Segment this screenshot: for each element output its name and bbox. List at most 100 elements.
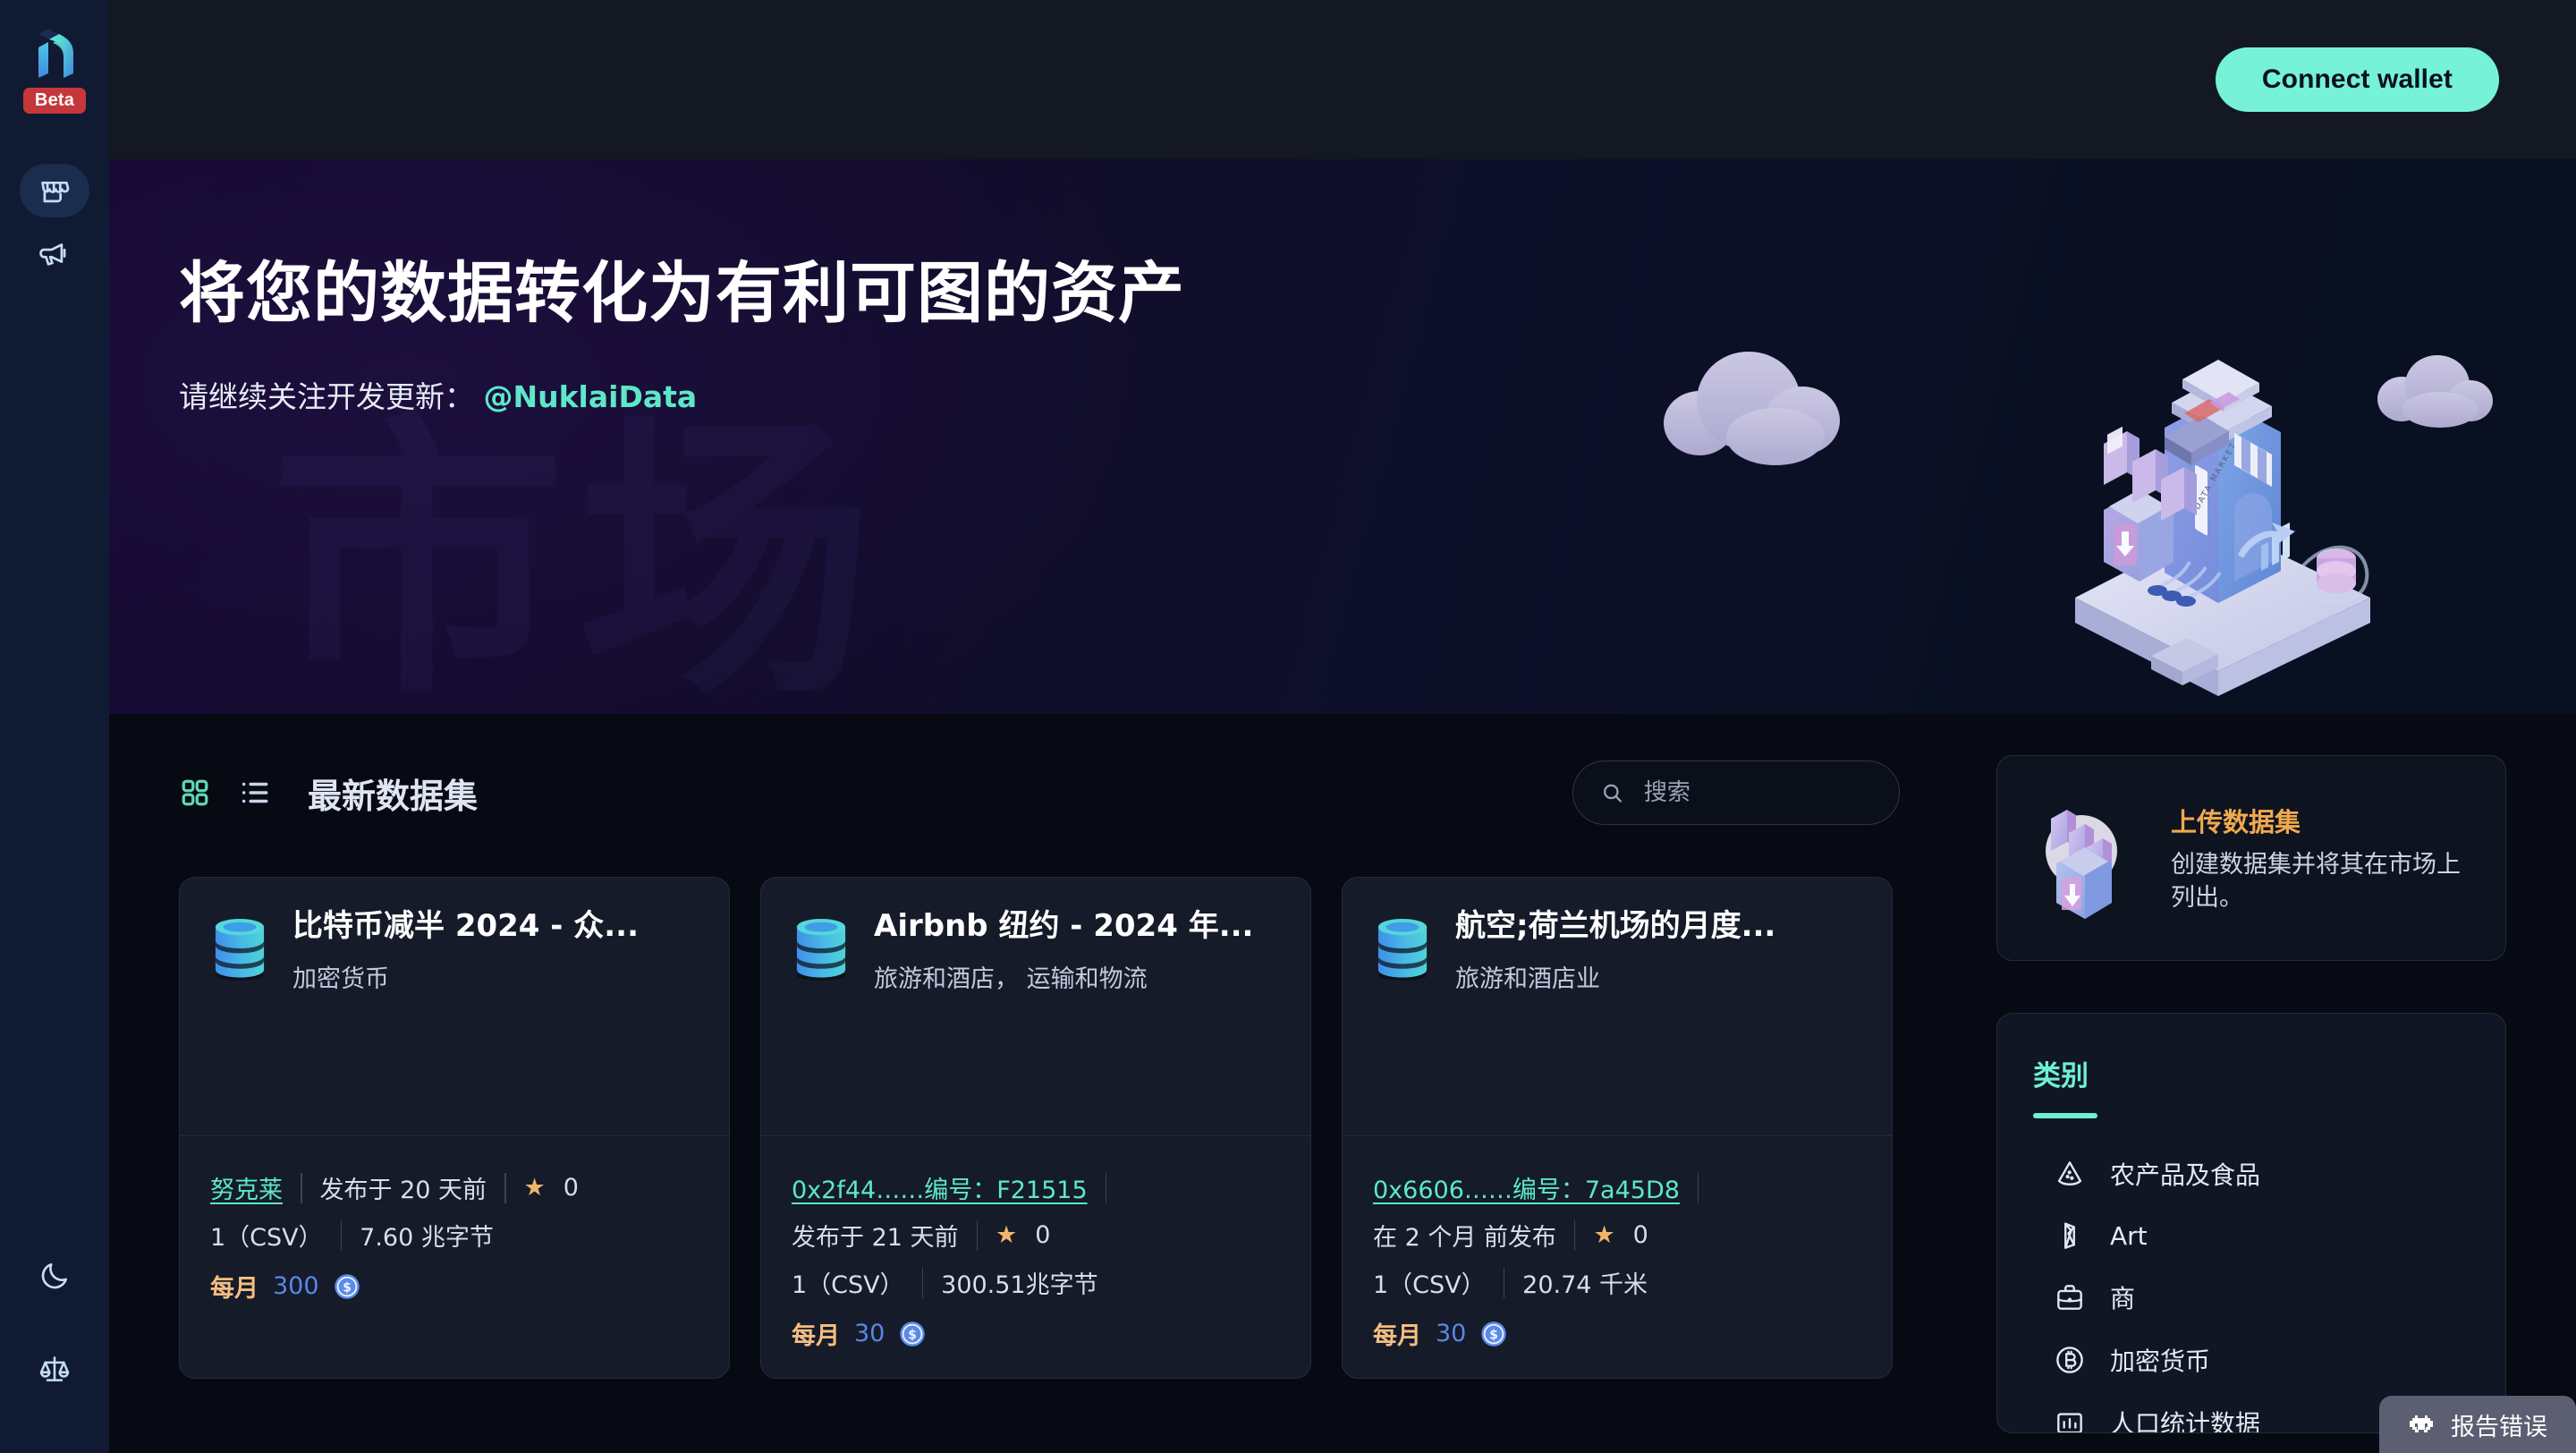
app-root: Beta Connect wallet 市场 DATA MARKET 将您的数据… [0, 0, 2576, 1453]
category-label: 农产品及食品 [2110, 1160, 2261, 1190]
category-item-art[interactable]: Art [2033, 1208, 2470, 1263]
view-toggle-group [179, 776, 272, 810]
grid-view-icon[interactable] [179, 777, 211, 809]
separator [340, 1219, 343, 1251]
upload-title: 上传数据集 [2171, 806, 2301, 837]
dataset-card-body: Airbnb 纽约 - 2024 年... 旅游和酒店， 运输和物流 [761, 878, 1310, 1135]
beta-badge: Beta [22, 88, 87, 114]
watermelon-icon [2057, 1161, 2082, 1185]
dataset-card[interactable]: 比特币减半 2024 - 众... 加密货币 努克莱 发布于 20 天前 ★ 0… [179, 877, 730, 1379]
separator [976, 1219, 979, 1251]
dataset-price-label: 每月 [210, 1275, 258, 1303]
dataset-address-link[interactable]: 0x6606……编号：7a45D8 [1373, 1170, 1680, 1205]
category-item-crypto[interactable]: 加密货币 [2033, 1331, 2470, 1389]
art-prism-icon [2064, 1222, 2075, 1249]
separator [921, 1267, 924, 1298]
svg-text:$: $ [343, 1280, 352, 1295]
dataset-address-link[interactable]: 0x2f44……编号：F21515 [792, 1170, 1088, 1205]
grid-view-glyph [182, 779, 208, 806]
dataset-size: 300.51兆字节 [941, 1271, 1098, 1299]
category-item-business[interactable]: 商 [2033, 1269, 2470, 1326]
dataset-card[interactable]: Airbnb 纽约 - 2024 年... 旅游和酒店， 运输和物流 0x2f4… [760, 877, 1311, 1379]
usdc-coin-icon: $ [900, 1321, 926, 1347]
svg-text:$: $ [1490, 1328, 1499, 1342]
bitcoin-icon [2056, 1347, 2083, 1373]
datasets-column: 最新数据集 搜索 比特币减半 2024 - 众... 加密货币 努克莱 发布于 … [109, 714, 1950, 1433]
datasets-header-row: 最新数据集 [179, 760, 1950, 825]
dataset-price-value: 30 [1436, 1320, 1467, 1347]
dataset-published: 在 2 个月 前发布 [1373, 1224, 1556, 1252]
hero-subtitle: 请继续关注开发更新： @NuklaiData [179, 373, 2576, 416]
search-input[interactable] [1643, 779, 1872, 806]
bug-invader-icon [2410, 1415, 2433, 1432]
list-view-icon[interactable] [238, 776, 272, 810]
connect-wallet-button[interactable]: Connect wallet [2215, 47, 2499, 112]
nuklai-logo-icon [38, 29, 73, 78]
dataset-stars: 0 [1632, 1221, 1648, 1249]
category-label: 商 [2110, 1284, 2136, 1313]
report-bug-label: 报告错误 [2451, 1413, 2547, 1441]
dataset-price-value: 300 [273, 1272, 319, 1300]
search-box[interactable] [1572, 760, 1900, 825]
main-area: Connect wallet 市场 DATA MARKET 将您的数据转化为有利… [109, 0, 2576, 1453]
usdc-coin-icon: $ [334, 1273, 360, 1299]
report-bug-button[interactable]: 报告错误 [2379, 1396, 2576, 1453]
dataset-card-footer: 0x6606……编号：7a45D8 在 2 个月 前发布 ★ 0 1（CSV） [1343, 1135, 1892, 1378]
separator [1105, 1172, 1107, 1203]
section-head: 最新数据集 [179, 768, 478, 818]
sidebar-nav [20, 164, 89, 280]
svg-text:$: $ [909, 1328, 918, 1342]
sidebar-item-dark-mode[interactable] [20, 1249, 89, 1303]
sidebar: Beta [0, 0, 109, 1453]
sidebar-item-legal[interactable] [20, 1342, 89, 1396]
dataset-card[interactable]: 航空;荷兰机场的月度... 旅游和酒店业 0x6606……编号：7a45D8 在… [1342, 877, 1893, 1379]
brand-logo[interactable]: Beta [22, 21, 87, 114]
usdc-coin-icon: $ [1481, 1321, 1507, 1347]
dataset-title: 航空;荷兰机场的月度... [1455, 908, 1776, 944]
category-label: 加密货币 [2110, 1347, 2211, 1376]
sidebar-item-announcements[interactable] [20, 226, 89, 280]
dataset-files: 1（CSV） [792, 1271, 904, 1299]
database-icon [215, 918, 265, 981]
dataset-size: 20.74 千米 [1522, 1271, 1648, 1299]
dataset-card-body: 航空;荷兰机场的月度... 旅游和酒店业 [1343, 878, 1892, 1135]
upload-box-icon [2046, 810, 2117, 919]
content-area: 最新数据集 搜索 比特币减半 2024 - 众... 加密货币 努克莱 发布于 … [109, 714, 2576, 1433]
dataset-title: Airbnb 纽约 - 2024 年... [874, 908, 1254, 944]
hero-text-block: 将您的数据转化为有利可图的资产 请继续关注开发更新： @NuklaiData [109, 159, 2576, 416]
dataset-files: 1（CSV） [1373, 1271, 1486, 1299]
list-view-glyph [242, 782, 268, 803]
database-icon [796, 918, 846, 981]
category-item-agriculture[interactable]: 农产品及食品 [2033, 1145, 2470, 1202]
dataset-card-footer: 努克莱 发布于 20 天前 ★ 0 1（CSV） 7.60 兆字节 每月 300… [180, 1135, 729, 1330]
upload-dataset-card[interactable]: 上传数据集 创建数据集并将其在市场上列出。 [1996, 755, 2506, 961]
topbar: Connect wallet [109, 0, 2576, 159]
categories-title: 类别 [2033, 1060, 2089, 1092]
briefcase-icon [2057, 1285, 2082, 1310]
categories-panel: 类别 农产品及食品 Art 商 加密货币 人口统计数据 [1996, 1013, 2506, 1433]
sidebar-item-marketplace[interactable] [20, 164, 89, 217]
category-label: 人口统计数据 [2110, 1409, 2261, 1433]
dataset-category: 加密货币 [292, 964, 389, 993]
upload-description: 创建数据集并将其在市场上列出。 [2171, 850, 2461, 912]
dataset-files: 1（CSV） [210, 1224, 323, 1252]
dataset-category: 旅游和酒店业 [1455, 964, 1600, 993]
dataset-owner-link[interactable]: 努克莱 [210, 1170, 283, 1205]
separator [1697, 1172, 1699, 1203]
hero-banner: 市场 DATA MARKET 将您的数据转化为有利可图的资产 请继续关注开发更新… [109, 159, 2576, 714]
dataset-published: 发布于 21 天前 [792, 1224, 959, 1252]
page-title: 最新数据集 [308, 776, 479, 816]
dataset-size: 7.60 兆字节 [360, 1224, 494, 1252]
scales-icon [39, 1356, 70, 1381]
dataset-price-value: 30 [854, 1320, 886, 1347]
separator [1573, 1219, 1576, 1251]
upload-text-block: 上传数据集 创建数据集并将其在市场上列出。 [2171, 802, 2473, 915]
hero-twitter-handle[interactable]: @NuklaiData [484, 379, 698, 414]
right-rail: 上传数据集 创建数据集并将其在市场上列出。 类别 农产品及食品 Art 商 加密… [1950, 714, 2576, 1433]
dataset-stars: 0 [563, 1174, 579, 1202]
marketplace-icon [41, 181, 70, 203]
dataset-price-label: 每月 [1373, 1322, 1421, 1350]
dataset-published: 发布于 20 天前 [319, 1177, 487, 1204]
hero-title: 将您的数据转化为有利可图的资产 [179, 255, 1185, 332]
dataset-card-footer: 0x2f44……编号：F21515 发布于 21 天前 ★ 0 1（CSV） 3… [761, 1135, 1310, 1378]
